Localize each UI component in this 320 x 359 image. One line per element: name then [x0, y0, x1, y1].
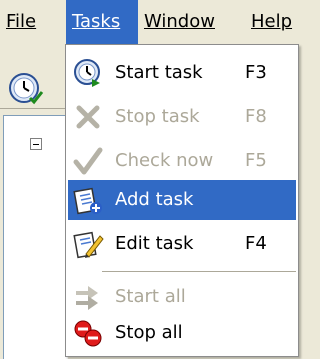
menu-item-label: Stop task	[115, 106, 200, 127]
menu-tasks-label: Tasks	[72, 11, 121, 32]
menu-help-label: Help	[251, 11, 293, 32]
x-icon	[76, 105, 100, 129]
add-task-icon	[73, 187, 102, 215]
menu-item-label: Stop all	[115, 322, 183, 343]
menu-item-start-all[interactable]: Start all	[68, 277, 296, 317]
menu-item-edit-task[interactable]: Edit task F4	[68, 224, 296, 264]
menu-window[interactable]: Window	[138, 0, 233, 44]
toolbar-divider	[0, 108, 70, 109]
menu-bar: File Tasks Window Help	[0, 0, 301, 44]
clock-check-icon	[9, 73, 44, 105]
menu-item-stop-task[interactable]: Stop task F8	[68, 97, 296, 137]
checkmark-icon	[73, 147, 103, 175]
menu-window-label: Window	[144, 11, 215, 32]
menu-item-start-task[interactable]: Start task F3	[68, 53, 296, 93]
stop-all-icon	[74, 320, 102, 347]
edit-task-icon	[73, 231, 104, 259]
menu-item-check-now[interactable]: Check now F5	[68, 141, 296, 181]
menu-tasks[interactable]: Tasks	[66, 0, 138, 44]
menu-item-add-task[interactable]: Add task	[68, 180, 296, 220]
start-all-arrows-icon	[76, 286, 98, 310]
menu-item-label: Check now	[115, 150, 214, 171]
toolbar-clock-button[interactable]	[6, 70, 46, 110]
menu-item-shortcut: F3	[245, 62, 267, 83]
menu-item-label: Start task	[115, 62, 203, 83]
menu-file[interactable]: File	[0, 0, 48, 44]
menu-item-shortcut: F8	[245, 106, 267, 127]
menu-file-label: File	[6, 11, 37, 32]
menu-item-label: Start all	[115, 286, 186, 307]
collapse-minus-icon[interactable]	[30, 138, 42, 150]
menu-item-stop-all[interactable]: Stop all	[68, 313, 296, 353]
menu-item-label: Edit task	[115, 233, 194, 254]
menu-item-shortcut: F5	[245, 150, 267, 171]
clock-play-icon	[74, 59, 100, 87]
menu-item-label: Add task	[115, 189, 194, 210]
menu-help[interactable]: Help	[245, 0, 301, 44]
tasks-menu: Start task F3 Stop task F8 Check now F5 …	[65, 44, 299, 357]
menu-separator	[102, 271, 296, 272]
menu-item-shortcut: F4	[245, 233, 267, 254]
task-tree-panel	[3, 115, 68, 359]
